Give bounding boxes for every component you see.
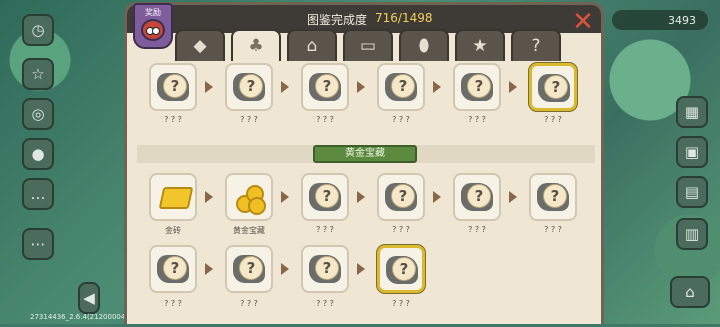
chain-arrow-icon [433,81,441,93]
collection-item[interactable]: ? [301,173,349,221]
question-icon: ? [531,36,541,56]
back-arrow-icon: ◀ [83,289,95,307]
item-label: ? ? ? [544,225,562,234]
reward-label: 奖励 [145,8,161,17]
tab-house[interactable]: ⌂ [287,29,337,61]
reward-button[interactable]: 奖励 [133,3,173,49]
collection-item[interactable]: ? [301,245,349,293]
clock-icon: ◷ [31,21,45,39]
item-label: ? ? ? [240,115,258,124]
star-icon: ★ [472,36,488,56]
menu-icon: ⋯ [30,235,46,253]
clover-icon: ♣ [248,36,264,56]
collection-item[interactable]: ? [301,63,349,111]
collection-item[interactable]: ? [377,173,425,221]
gift-icon: ▣ [684,143,700,161]
item-label: ? ? ? [468,115,486,124]
owl-mascot-icon [141,19,165,41]
collection-panel: 图鉴完成度 716/1498 ✕ 奖励 ◆ ♣ ⌂ ▭ ⬮ ★ ? ? ? ? … [124,2,604,324]
collection-item-max[interactable]: ? [377,245,425,293]
item-label: ? ? ? [164,115,182,124]
tab-clover[interactable]: ♣ [231,29,281,61]
collection-item[interactable]: ? [149,245,197,293]
star-icon: ☆ [31,65,45,83]
item-label: ? ? ? [392,225,410,234]
collection-item-gold-treasure[interactable] [225,173,273,221]
item-label: 黄金宝藏 [233,226,265,235]
collection-item[interactable]: ? [377,63,425,111]
chest-icon: ▭ [359,36,377,56]
side-button-chat[interactable]: … [22,178,54,210]
chain-arrow-icon [281,81,289,93]
map-icon: ▦ [684,103,700,121]
side-button-clock[interactable]: ◷ [22,14,54,46]
collection-item[interactable]: ? [225,245,273,293]
side-button-cookie[interactable]: ● [22,138,54,170]
side-button-shop[interactable]: ⌂ [670,276,710,308]
item-label: ? ? ? [392,299,410,308]
tab-chest[interactable]: ▭ [343,29,393,61]
house-icon: ⌂ [306,36,318,56]
chain-arrow-icon [205,81,213,93]
side-button-bag[interactable]: ▤ [676,176,708,208]
item-label: ? ? ? [164,299,182,308]
collection-item[interactable]: ? [225,63,273,111]
collection-item-max[interactable]: ? [529,63,577,111]
gold-bar-icon [158,187,194,209]
item-label: ? ? ? [240,299,258,308]
chain-arrow-icon [357,191,365,203]
tab-egg[interactable]: ⬮ [399,29,449,61]
diamond-icon: ◆ [193,36,207,56]
item-label: ? ? ? [544,115,562,124]
chain-arrow-icon [433,191,441,203]
chain-arrow-icon [205,263,213,275]
collection-item[interactable]: ? [453,63,501,111]
item-label: ? ? ? [316,225,334,234]
side-button-star[interactable]: ☆ [22,58,54,90]
item-label: ? ? ? [316,299,334,308]
chain-arrow-icon [357,81,365,93]
side-button-gift[interactable]: ▣ [676,136,708,168]
collection-content: ? ? ? ? ? ? ? ? ? ? ? ? ? ? ? ? ? ? ? ? … [137,61,595,327]
side-button-basket[interactable]: ▥ [676,218,708,250]
chain-arrow-icon [509,81,517,93]
egg-icon: ⬮ [418,36,430,56]
collection-item-gold-bar[interactable] [149,173,197,221]
gold-coins-icon [236,185,266,215]
item-label: ? ? ? [316,115,334,124]
close-icon: ✕ [572,7,594,37]
gem-count: 3493 [668,13,696,27]
item-label: 金砖 [165,226,181,235]
side-button-target[interactable]: ◎ [22,98,54,130]
close-button[interactable]: ✕ [571,9,595,35]
bag-icon: ▤ [684,183,700,201]
tab-mystery[interactable]: ? [511,29,561,61]
collection-item[interactable]: ? [529,173,577,221]
completion-progress: 716/1498 [375,11,433,25]
collection-item[interactable]: ? [453,173,501,221]
side-button-back[interactable]: ◀ [78,282,100,314]
cookie-icon: ● [31,145,45,163]
side-button-map[interactable]: ▦ [676,96,708,128]
item-label: ? ? ? [392,115,410,124]
chain-arrow-icon [205,191,213,203]
item-label: ? ? ? [468,225,486,234]
collection-item[interactable]: ? [149,63,197,111]
chain-arrow-icon [281,263,289,275]
chat-icon: … [30,185,46,203]
tab-star[interactable]: ★ [455,29,505,61]
basket-icon: ▥ [684,225,700,243]
gem-counter: 3493 [612,10,708,30]
shop-icon: ⌂ [685,283,695,301]
panel-title: 图鉴完成度 [307,13,368,27]
tab-diamond[interactable]: ◆ [175,29,225,61]
chain-arrow-icon [509,191,517,203]
side-button-menu[interactable]: ⋯ [22,228,54,260]
chain-arrow-icon [281,191,289,203]
section-title: 黄金宝藏 [313,145,417,163]
target-icon: ◎ [31,105,45,123]
chain-arrow-icon [357,263,365,275]
